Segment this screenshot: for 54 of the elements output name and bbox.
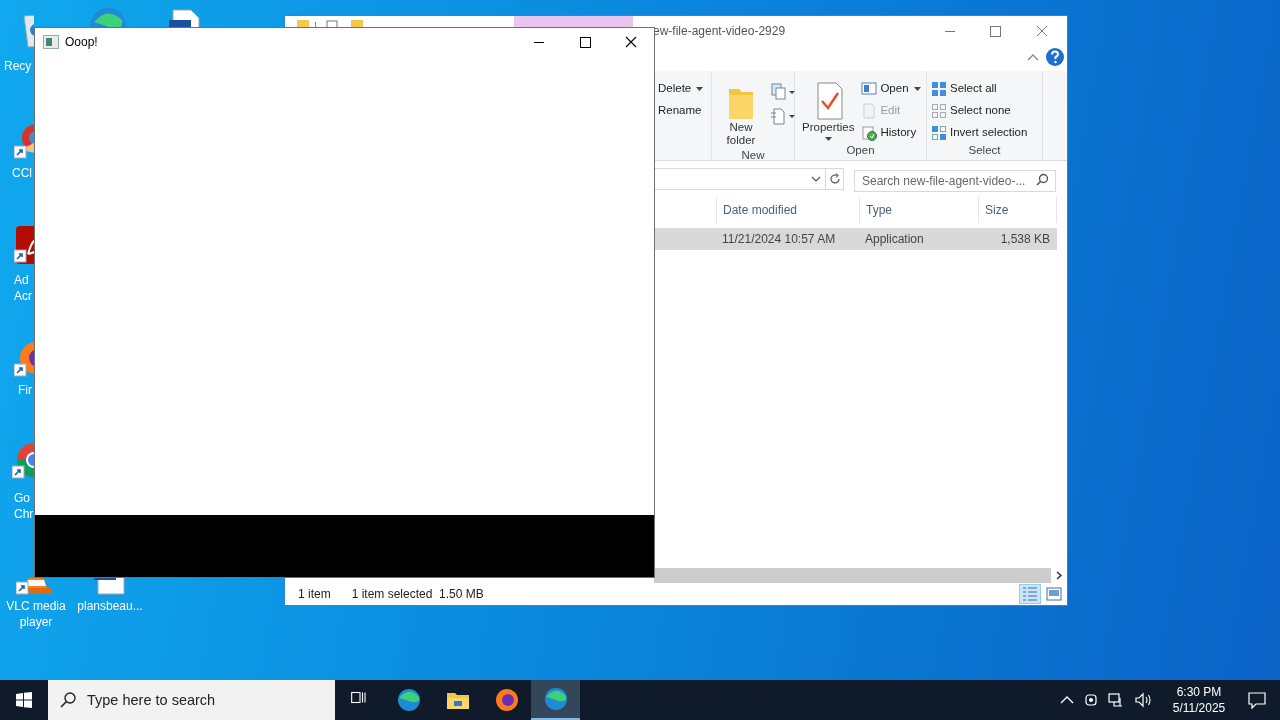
app-icon xyxy=(43,35,59,49)
windows-logo-icon xyxy=(16,692,32,708)
clock[interactable]: 6:30 PM 5/11/2025 xyxy=(1168,684,1230,716)
dropdown-chevron-icon[interactable] xyxy=(811,176,821,182)
search-icon xyxy=(60,692,76,708)
device-icon[interactable] xyxy=(1084,692,1098,708)
column-header[interactable]: Type xyxy=(859,197,978,223)
new-item-icon[interactable] xyxy=(770,83,796,101)
easy-access-icon[interactable] xyxy=(770,107,796,125)
speech-bubble-icon xyxy=(1248,691,1266,709)
window-title: ew-file-agent-video-2929 xyxy=(653,23,786,40)
properties-button[interactable]: Properties xyxy=(799,81,858,142)
network-icon[interactable] xyxy=(1108,692,1124,708)
ribbon-button[interactable]: Rename xyxy=(658,103,704,119)
invert-selection-icon xyxy=(931,125,947,141)
refresh-button[interactable] xyxy=(826,168,844,190)
refresh-icon xyxy=(828,173,841,185)
table-cell-text: Application xyxy=(864,231,925,248)
ribbon-group-label: Open xyxy=(845,143,876,158)
search-icon xyxy=(1036,173,1049,186)
edit-document-icon xyxy=(861,103,878,119)
column-header[interactable]: Date modified xyxy=(716,197,859,223)
help-icon[interactable] xyxy=(1045,47,1065,67)
select-all-icon xyxy=(931,81,947,97)
ribbon-button[interactable]: Delete xyxy=(658,81,704,97)
file-row[interactable]: 11/21/2024 10:57 AM Application 1,538 KB xyxy=(654,228,1057,250)
details-view-icon xyxy=(1020,584,1040,604)
status-text: 1 item xyxy=(298,586,331,603)
ribbon-button[interactable]: Select all xyxy=(931,81,1028,97)
show-hidden-icons-icon[interactable] xyxy=(1060,695,1074,705)
acrobat-icon[interactable] xyxy=(14,224,34,266)
column-header[interactable]: Size xyxy=(978,197,1056,223)
history-icon xyxy=(861,125,878,141)
status-text: 1 item selected 1.50 MB xyxy=(351,586,484,603)
edge-icon xyxy=(396,688,421,712)
window-title: Ooop! xyxy=(65,34,98,51)
select-none-icon xyxy=(931,103,947,119)
edge-icon xyxy=(543,687,568,711)
firefox-icon xyxy=(494,688,519,712)
ribbon-group-label: New xyxy=(740,148,766,163)
table-cell-text: 11/21/2024 10:57 AM xyxy=(721,231,837,248)
ribbon-button[interactable]: Select none xyxy=(931,103,1028,119)
volume-icon[interactable] xyxy=(1134,692,1152,708)
search-field[interactable]: Search new-file-agent-video-... xyxy=(854,170,1056,192)
ribbon-button[interactable]: Open xyxy=(861,81,921,97)
taskbar-search-field[interactable]: Type here to search xyxy=(48,680,335,720)
table-cell-text: 1,538 KB xyxy=(999,231,1051,248)
new-folder-button[interactable]: New folder xyxy=(716,81,766,147)
ribbon-button[interactable]: History xyxy=(861,125,921,141)
ribbon-group-label: Select xyxy=(967,143,1002,158)
scrollbar-thumb[interactable] xyxy=(654,568,1051,583)
open-window-icon xyxy=(861,81,878,97)
ribbon-button[interactable]: Invert selection xyxy=(931,125,1028,141)
collapse-ribbon-icon[interactable] xyxy=(1027,53,1039,61)
